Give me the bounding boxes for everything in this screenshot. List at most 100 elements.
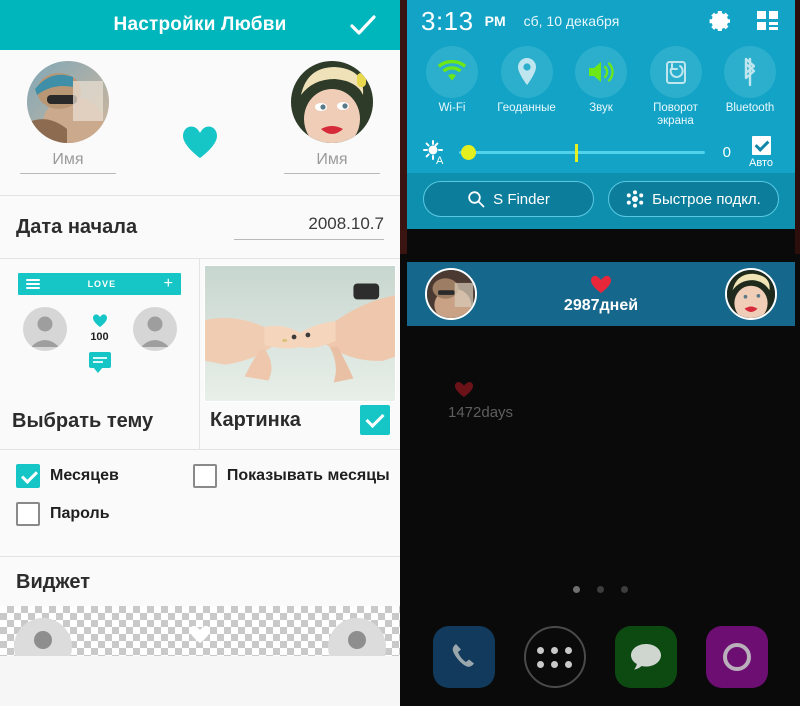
placeholder-avatar bbox=[22, 307, 67, 351]
bezel-right bbox=[795, 0, 800, 254]
brightness-auto-icon: A bbox=[421, 139, 449, 167]
heart-icon bbox=[181, 124, 219, 160]
placeholder-avatar bbox=[14, 618, 72, 656]
option-label: Пароль bbox=[50, 505, 110, 522]
status-date: сб, 10 декабря bbox=[523, 13, 620, 29]
grid-edit-icon[interactable] bbox=[755, 8, 781, 34]
dock-item-messages[interactable] bbox=[614, 626, 677, 688]
slider-track bbox=[459, 151, 705, 154]
widget-tail bbox=[0, 656, 400, 706]
slider-knob[interactable] bbox=[461, 145, 476, 160]
option-label: Показывать месяцы bbox=[226, 467, 390, 484]
clock-time: 3:13 bbox=[421, 5, 474, 36]
brightness-value: 0 bbox=[722, 144, 731, 161]
home-page-indicator bbox=[400, 586, 800, 593]
option-months[interactable]: Месяцев bbox=[16, 464, 119, 488]
bezel-left bbox=[400, 0, 407, 254]
pick-theme-cell[interactable]: LOVE + 100 Выбрать тему bbox=[0, 259, 200, 449]
start-date-label: Дата начала bbox=[16, 215, 138, 238]
show-months-checkbox[interactable] bbox=[192, 464, 217, 488]
toggle-screen-rotation[interactable]: Поворот экрана bbox=[641, 46, 711, 128]
check-icon[interactable] bbox=[348, 10, 378, 40]
profile-left[interactable]: Имя bbox=[18, 61, 118, 174]
start-date-row[interactable]: Дата начала 2008.10.7 bbox=[0, 196, 400, 258]
pick-theme-label: Выбрать тему bbox=[12, 410, 154, 432]
love-notification-widget[interactable]: 2987дней bbox=[407, 262, 795, 326]
couple-photo[interactable] bbox=[204, 265, 396, 402]
days-counter-block: 2987дней bbox=[564, 274, 638, 315]
theme-preview-bar: LOVE + bbox=[18, 273, 181, 295]
clock-ampm: PM bbox=[484, 13, 506, 29]
quick-connect-button[interactable]: Быстрое подкл. bbox=[608, 181, 779, 217]
avatar-dot bbox=[348, 631, 366, 649]
avatar[interactable] bbox=[291, 61, 373, 143]
home-screen-love-widget[interactable]: 1472days bbox=[448, 380, 513, 421]
toggle-label: Wi-Fi bbox=[438, 102, 466, 114]
days-count: 2987дней bbox=[563, 296, 639, 314]
name-input-right[interactable]: Имя bbox=[284, 151, 380, 174]
profile-right[interactable]: Имя bbox=[282, 61, 382, 174]
placeholder-avatar bbox=[132, 307, 177, 351]
avatar bbox=[725, 268, 777, 320]
hamburger-icon bbox=[26, 279, 40, 289]
toggle-wifi[interactable]: Wi-Fi bbox=[417, 46, 487, 128]
widget-section: Виджет bbox=[0, 557, 400, 706]
rotate-screen-icon bbox=[665, 61, 686, 84]
name-input-left[interactable]: Имя bbox=[20, 151, 116, 174]
heart-icon bbox=[92, 313, 108, 328]
s-finder-button[interactable]: S Finder bbox=[423, 181, 594, 217]
password-checkbox[interactable] bbox=[16, 502, 40, 526]
days-count: 1472days bbox=[448, 404, 514, 421]
avatar[interactable] bbox=[27, 61, 109, 143]
button-label: S Finder bbox=[493, 190, 550, 208]
brightness-slider[interactable] bbox=[459, 142, 705, 164]
toggle-location[interactable]: Геоданные bbox=[492, 46, 562, 128]
slider-mark bbox=[574, 143, 578, 162]
dock-item-phone[interactable] bbox=[432, 626, 495, 688]
page-title: Настройки Любви bbox=[113, 14, 287, 35]
speaker-icon bbox=[589, 62, 614, 82]
picture-cell[interactable]: Картинка bbox=[200, 259, 400, 449]
phone-icon bbox=[452, 644, 474, 667]
theme-preview-body: 100 bbox=[12, 307, 187, 373]
bluetooth-icon bbox=[744, 57, 756, 87]
toggle-circle bbox=[724, 46, 776, 98]
gear-icon[interactable] bbox=[707, 8, 733, 34]
option-password[interactable]: Пароль bbox=[16, 502, 110, 526]
toggle-label: Bluetooth bbox=[725, 102, 775, 114]
status-bar: 3:13 PM сб, 10 декабря bbox=[407, 0, 795, 42]
wifi-icon bbox=[437, 60, 467, 81]
option-show-months[interactable]: Показывать месяцы bbox=[192, 464, 390, 488]
dock-item-camera[interactable] bbox=[705, 626, 768, 688]
chat-bubble-icon bbox=[88, 352, 111, 373]
quick-actions-row: S Finder Быстрое подкл. bbox=[407, 173, 795, 229]
page-dot[interactable] bbox=[572, 586, 580, 593]
profile-pair: Имя Имя bbox=[0, 50, 400, 195]
picture-checkbox[interactable] bbox=[360, 405, 390, 435]
dock-item-app-drawer[interactable] bbox=[523, 626, 586, 688]
auto-checkbox[interactable] bbox=[751, 136, 771, 155]
option-label: Месяцев bbox=[50, 467, 119, 484]
avatar bbox=[425, 268, 477, 320]
auto-brightness-toggle[interactable]: Авто bbox=[741, 136, 781, 169]
brightness-row: A 0 Авто bbox=[407, 130, 795, 173]
widget-preview[interactable] bbox=[0, 606, 400, 656]
svg-text:A: A bbox=[436, 155, 444, 167]
love-settings-app: Настройки Любви Имя Имя Дата начала 2008… bbox=[0, 0, 400, 706]
heart-icon bbox=[189, 624, 211, 644]
page-dot[interactable] bbox=[596, 586, 604, 593]
counter-stack: 100 bbox=[76, 307, 124, 373]
toggle-label: Поворот экрана bbox=[653, 102, 698, 127]
page-dot[interactable] bbox=[620, 586, 628, 593]
picture-row[interactable]: Картинка bbox=[210, 405, 390, 435]
location-pin-icon bbox=[517, 58, 536, 85]
widget-title: Виджет bbox=[16, 571, 91, 593]
toggle-bluetooth[interactable]: Bluetooth bbox=[715, 46, 785, 128]
heart-icon bbox=[590, 274, 612, 294]
options-row: Месяцев Показывать месяцы bbox=[16, 464, 390, 488]
start-date-value[interactable]: 2008.10.7 bbox=[234, 214, 384, 240]
toggle-sound[interactable]: Звук bbox=[566, 46, 636, 128]
screenshot-root: Настройки Любви Имя Имя Дата начала 2008… bbox=[0, 0, 800, 706]
months-checkbox[interactable] bbox=[16, 464, 40, 488]
theme-section: LOVE + 100 Выбрать тему Картинка bbox=[0, 259, 400, 449]
